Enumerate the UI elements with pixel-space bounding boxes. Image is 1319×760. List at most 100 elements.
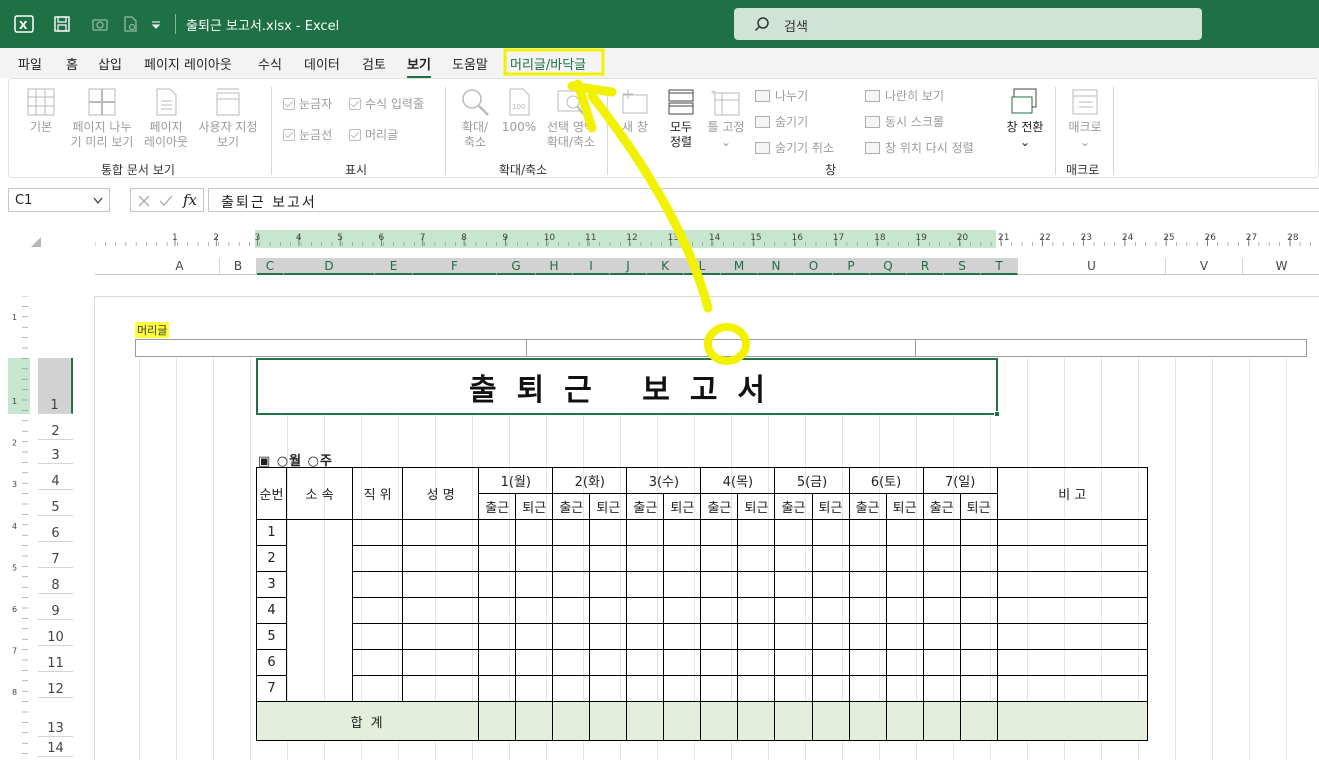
column-header[interactable]: M bbox=[721, 258, 758, 275]
time-cell[interactable] bbox=[922, 571, 961, 598]
remark-cell[interactable] bbox=[996, 519, 1149, 546]
time-cell[interactable] bbox=[959, 623, 998, 650]
time-cell[interactable] bbox=[811, 649, 850, 676]
time-cell[interactable] bbox=[922, 623, 961, 650]
header-day[interactable]: 3(수) bbox=[626, 467, 702, 494]
time-cell[interactable] bbox=[589, 545, 628, 572]
time-cell[interactable] bbox=[626, 519, 665, 546]
remark-cell[interactable] bbox=[996, 571, 1149, 598]
enter-icon[interactable] bbox=[159, 194, 173, 208]
time-cell[interactable] bbox=[959, 519, 998, 546]
total-time-cell[interactable] bbox=[737, 701, 776, 741]
name-cell[interactable] bbox=[402, 649, 480, 676]
customize-toolbar-icon[interactable] bbox=[148, 12, 164, 36]
column-header[interactable]: U bbox=[1018, 258, 1166, 275]
time-cell[interactable] bbox=[626, 597, 665, 624]
time-cell[interactable] bbox=[700, 597, 739, 624]
total-time-cell[interactable] bbox=[626, 701, 665, 741]
time-cell[interactable] bbox=[885, 597, 924, 624]
row-header[interactable]: 2 bbox=[38, 414, 73, 440]
time-cell[interactable] bbox=[922, 545, 961, 572]
select-all-icon[interactable] bbox=[30, 236, 42, 248]
time-cell[interactable] bbox=[774, 545, 813, 572]
column-header[interactable]: I bbox=[573, 258, 610, 275]
total-time-cell[interactable] bbox=[515, 701, 554, 741]
row-number-cell[interactable]: 7 bbox=[255, 675, 288, 702]
time-cell[interactable] bbox=[626, 649, 665, 676]
time-cell[interactable] bbox=[959, 571, 998, 598]
time-cell[interactable] bbox=[774, 675, 813, 702]
tab-header-footer[interactable]: 머리글/바닥글 bbox=[510, 54, 586, 73]
column-header[interactable]: N bbox=[758, 258, 795, 275]
row-number-cell[interactable]: 5 bbox=[255, 623, 288, 650]
clock-out-header[interactable]: 퇴근 bbox=[737, 493, 776, 520]
tab-home[interactable]: 홈 bbox=[66, 54, 78, 73]
total-time-cell[interactable] bbox=[922, 701, 961, 741]
time-cell[interactable] bbox=[626, 571, 665, 598]
time-cell[interactable] bbox=[774, 649, 813, 676]
time-cell[interactable] bbox=[663, 545, 702, 572]
time-cell[interactable] bbox=[848, 623, 887, 650]
time-cell[interactable] bbox=[589, 597, 628, 624]
column-header[interactable]: B bbox=[220, 258, 257, 275]
time-cell[interactable] bbox=[774, 597, 813, 624]
header-day[interactable]: 1(월) bbox=[478, 467, 554, 494]
time-cell[interactable] bbox=[774, 519, 813, 546]
row-header[interactable]: 6 bbox=[38, 516, 73, 542]
zoom-button[interactable]: 확대/축소 bbox=[455, 87, 495, 150]
arrange-all-button[interactable]: 모두 정렬 bbox=[663, 87, 699, 150]
time-cell[interactable] bbox=[737, 649, 776, 676]
clock-in-header[interactable]: 출근 bbox=[478, 493, 517, 520]
time-cell[interactable] bbox=[515, 649, 554, 676]
time-cell[interactable] bbox=[811, 545, 850, 572]
time-cell[interactable] bbox=[663, 571, 702, 598]
row-header[interactable]: 10 bbox=[38, 620, 73, 646]
time-cell[interactable] bbox=[848, 675, 887, 702]
time-cell[interactable] bbox=[626, 545, 665, 572]
gridlines-checkbox[interactable]: 눈금선 bbox=[283, 126, 332, 143]
name-cell[interactable] bbox=[402, 675, 480, 702]
position-cell[interactable] bbox=[352, 519, 404, 546]
clock-out-header[interactable]: 퇴근 bbox=[811, 493, 850, 520]
total-time-cell[interactable] bbox=[663, 701, 702, 741]
formula-input[interactable]: 출퇴근 보고서 bbox=[208, 188, 1319, 212]
row-number-cell[interactable]: 6 bbox=[255, 649, 288, 676]
side-by-side-button[interactable]: 나란히 보기 bbox=[865, 87, 944, 104]
time-cell[interactable] bbox=[737, 675, 776, 702]
total-time-cell[interactable] bbox=[589, 701, 628, 741]
camera-icon[interactable] bbox=[88, 12, 112, 36]
position-cell[interactable] bbox=[352, 675, 404, 702]
name-cell[interactable] bbox=[402, 545, 480, 572]
name-cell[interactable] bbox=[402, 597, 480, 624]
remark-cell[interactable] bbox=[996, 545, 1149, 572]
freeze-panes-button[interactable]: * 틀 고정 ⌄ bbox=[705, 87, 747, 150]
time-cell[interactable] bbox=[478, 675, 517, 702]
position-cell[interactable] bbox=[352, 571, 404, 598]
time-cell[interactable] bbox=[922, 597, 961, 624]
time-cell[interactable] bbox=[811, 623, 850, 650]
time-cell[interactable] bbox=[663, 675, 702, 702]
time-cell[interactable] bbox=[737, 597, 776, 624]
time-cell[interactable] bbox=[552, 623, 591, 650]
headings-checkbox[interactable]: 머리글 bbox=[349, 126, 398, 143]
time-cell[interactable] bbox=[737, 519, 776, 546]
column-header[interactable]: K bbox=[647, 258, 684, 275]
time-cell[interactable] bbox=[700, 675, 739, 702]
time-cell[interactable] bbox=[774, 623, 813, 650]
clock-in-header[interactable]: 출근 bbox=[774, 493, 813, 520]
time-cell[interactable] bbox=[885, 545, 924, 572]
time-cell[interactable] bbox=[552, 597, 591, 624]
row-header[interactable]: 12 bbox=[38, 672, 73, 698]
row-header[interactable]: 5 bbox=[38, 490, 73, 516]
column-header[interactable]: O bbox=[795, 258, 833, 275]
column-header[interactable]: S bbox=[944, 258, 981, 275]
row-number-cell[interactable]: 1 bbox=[255, 519, 288, 546]
time-cell[interactable] bbox=[959, 545, 998, 572]
time-cell[interactable] bbox=[589, 571, 628, 598]
time-cell[interactable] bbox=[959, 675, 998, 702]
column-header[interactable]: H bbox=[536, 258, 573, 275]
search-box[interactable]: 검색 bbox=[734, 8, 1202, 40]
sync-scroll-button[interactable]: 동시 스크롤 bbox=[865, 113, 944, 130]
column-header[interactable]: L bbox=[684, 258, 721, 275]
time-cell[interactable] bbox=[552, 649, 591, 676]
